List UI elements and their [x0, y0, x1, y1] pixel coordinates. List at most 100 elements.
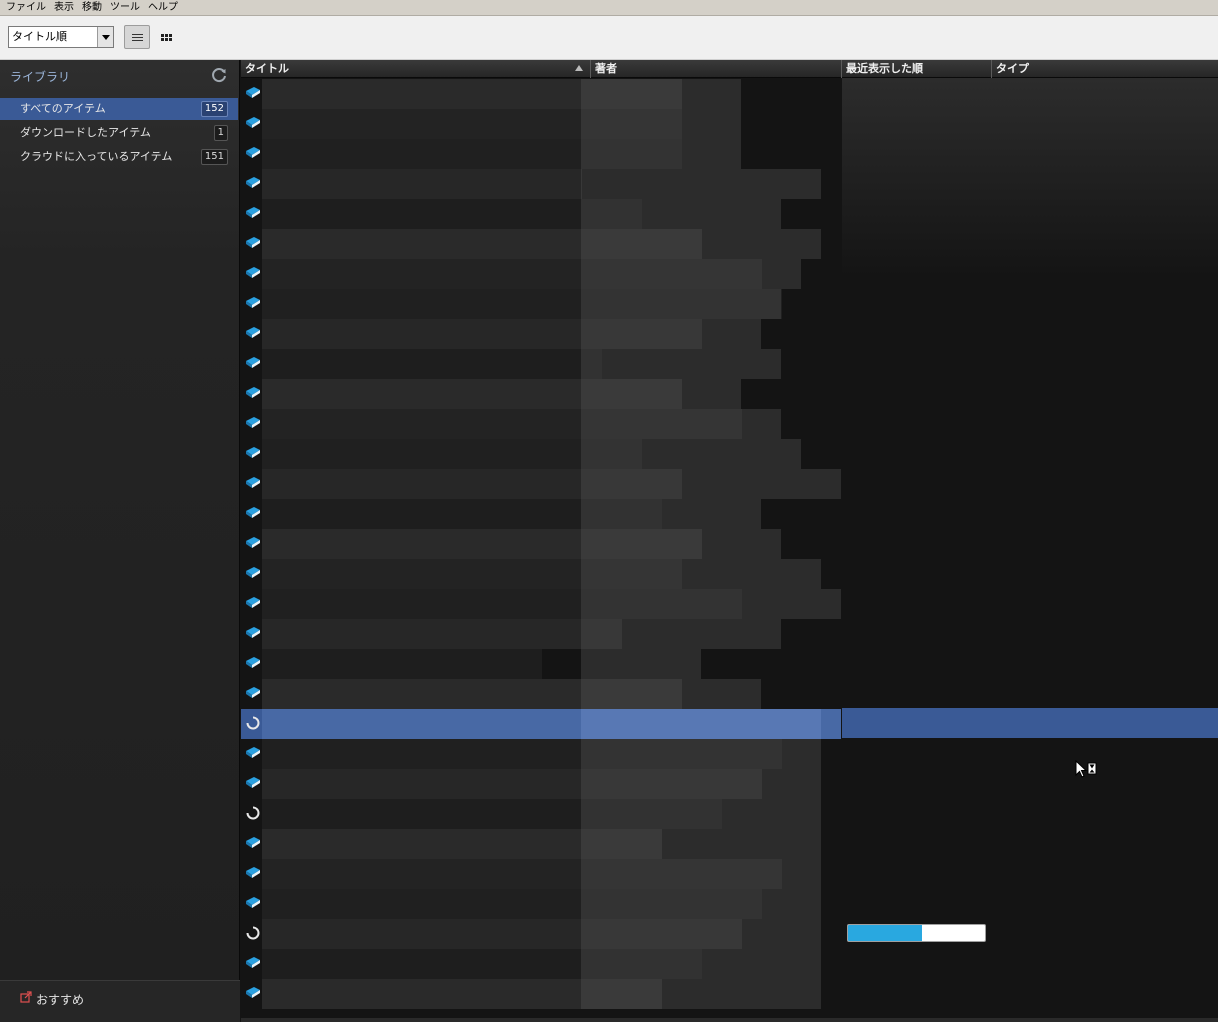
menu-go[interactable]: 移動: [80, 0, 108, 15]
grid-view-button[interactable]: [156, 25, 178, 49]
chevron-down-icon[interactable]: [97, 27, 113, 47]
column-author[interactable]: 著者: [591, 60, 842, 78]
column-type-label: タイプ: [996, 62, 1029, 75]
book-icon: [246, 897, 260, 908]
list-footer: [241, 1018, 1218, 1022]
book-icon: [246, 387, 260, 398]
column-type[interactable]: タイプ: [992, 60, 1218, 78]
menu-file[interactable]: ファイル: [4, 0, 52, 15]
sidebar-header: ライブラリ: [0, 60, 240, 94]
loading-spinner-icon: [246, 716, 260, 730]
book-icon: [246, 477, 260, 488]
list-item[interactable]: [241, 79, 841, 109]
list-item[interactable]: [241, 559, 841, 589]
book-icon: [246, 447, 260, 458]
list-item[interactable]: [241, 259, 841, 289]
list-item[interactable]: [241, 919, 841, 949]
item-cover-thumbnail: [262, 649, 542, 679]
item-author-blurred: [581, 379, 741, 409]
list-item[interactable]: [241, 769, 841, 799]
book-icon: [246, 837, 260, 848]
item-author-blurred: [581, 769, 821, 799]
book-icon: [246, 357, 260, 368]
list-item[interactable]: [241, 229, 841, 259]
sidebar-item-cloud[interactable]: クラウドに入っているアイテム 151: [0, 146, 238, 168]
list-item[interactable]: [241, 799, 841, 829]
book-icon: [246, 207, 260, 218]
list-item[interactable]: [241, 619, 841, 649]
sidebar-item-downloaded[interactable]: ダウンロードしたアイテム 1: [0, 122, 238, 144]
list-view-button[interactable]: [124, 25, 150, 49]
list-item[interactable]: [241, 349, 841, 379]
list-item[interactable]: [241, 379, 841, 409]
list-item[interactable]: [241, 499, 841, 529]
sidebar-item-all-items[interactable]: すべてのアイテム 152: [0, 98, 238, 120]
book-icon: [246, 987, 260, 998]
menu-help[interactable]: ヘルプ: [146, 0, 184, 15]
book-icon: [246, 117, 260, 128]
item-author-blurred: [581, 829, 821, 859]
book-icon: [246, 177, 260, 188]
list-item[interactable]: [241, 169, 841, 199]
column-header: タイトル 著者 最近表示した順 タイプ: [241, 60, 1218, 78]
item-author-blurred: [581, 499, 761, 529]
list-item[interactable]: [241, 649, 841, 679]
item-author-blurred: [581, 889, 821, 919]
busy-cursor-icon: [1075, 760, 1097, 778]
book-icon: [246, 417, 260, 428]
list-item[interactable]: [241, 859, 841, 889]
item-count-badge: 152: [200, 101, 228, 117]
list-item[interactable]: [241, 289, 841, 319]
list-item[interactable]: [241, 889, 841, 919]
book-icon: [246, 747, 260, 758]
item-author-blurred: [581, 919, 821, 949]
column-last-viewed[interactable]: 最近表示した順: [842, 60, 992, 78]
list-item[interactable]: [241, 469, 841, 499]
book-icon: [246, 297, 260, 308]
item-author-blurred: [581, 559, 821, 589]
column-title-label: タイトル: [245, 62, 289, 75]
sort-order-value: タイトル順: [12, 30, 67, 43]
list-item[interactable]: [241, 319, 841, 349]
item-author-blurred: [581, 469, 841, 499]
item-count-badge: 1: [213, 125, 228, 141]
sidebar-item-label: クラウドに入っているアイテム: [20, 150, 173, 163]
list-item[interactable]: [241, 709, 841, 739]
refresh-icon[interactable]: [210, 66, 228, 84]
list-item[interactable]: [241, 529, 841, 559]
sidebar-item-label: すべてのアイテム: [20, 102, 106, 115]
list-item[interactable]: [241, 679, 841, 709]
menu-view[interactable]: 表示: [52, 0, 80, 15]
book-icon: [246, 567, 260, 578]
recommendations-link[interactable]: おすすめ: [0, 980, 240, 1022]
item-author-blurred: [581, 349, 781, 379]
list-item[interactable]: [241, 139, 841, 169]
book-icon: [246, 147, 260, 158]
loading-spinner-icon: [246, 806, 260, 820]
list-item[interactable]: [241, 949, 841, 979]
list-item[interactable]: [241, 739, 841, 769]
toolbar: タイトル順: [0, 16, 1218, 60]
book-icon: [246, 957, 260, 968]
list-item[interactable]: [241, 109, 841, 139]
column-title[interactable]: タイトル: [241, 60, 591, 78]
list-item[interactable]: [241, 829, 841, 859]
list-item[interactable]: [241, 409, 841, 439]
item-author-blurred: [581, 979, 821, 1009]
book-icon: [246, 657, 260, 668]
item-author-blurred: [581, 739, 821, 769]
book-icon: [246, 87, 260, 98]
book-icon: [246, 597, 260, 608]
item-author-blurred: [581, 199, 781, 229]
item-author-blurred: [581, 649, 701, 679]
library-list: タイトル 著者 最近表示した順 タイプ: [241, 60, 1218, 1022]
menu-tools[interactable]: ツール: [108, 0, 146, 15]
list-item[interactable]: [241, 199, 841, 229]
download-progress-fill: [848, 925, 922, 941]
sort-order-select[interactable]: タイトル順: [8, 26, 114, 48]
list-item[interactable]: [241, 439, 841, 469]
list-item[interactable]: [241, 979, 841, 1009]
list-item[interactable]: [241, 589, 841, 619]
item-author-blurred: [581, 409, 781, 439]
column-last-viewed-label: 最近表示した順: [846, 62, 923, 75]
